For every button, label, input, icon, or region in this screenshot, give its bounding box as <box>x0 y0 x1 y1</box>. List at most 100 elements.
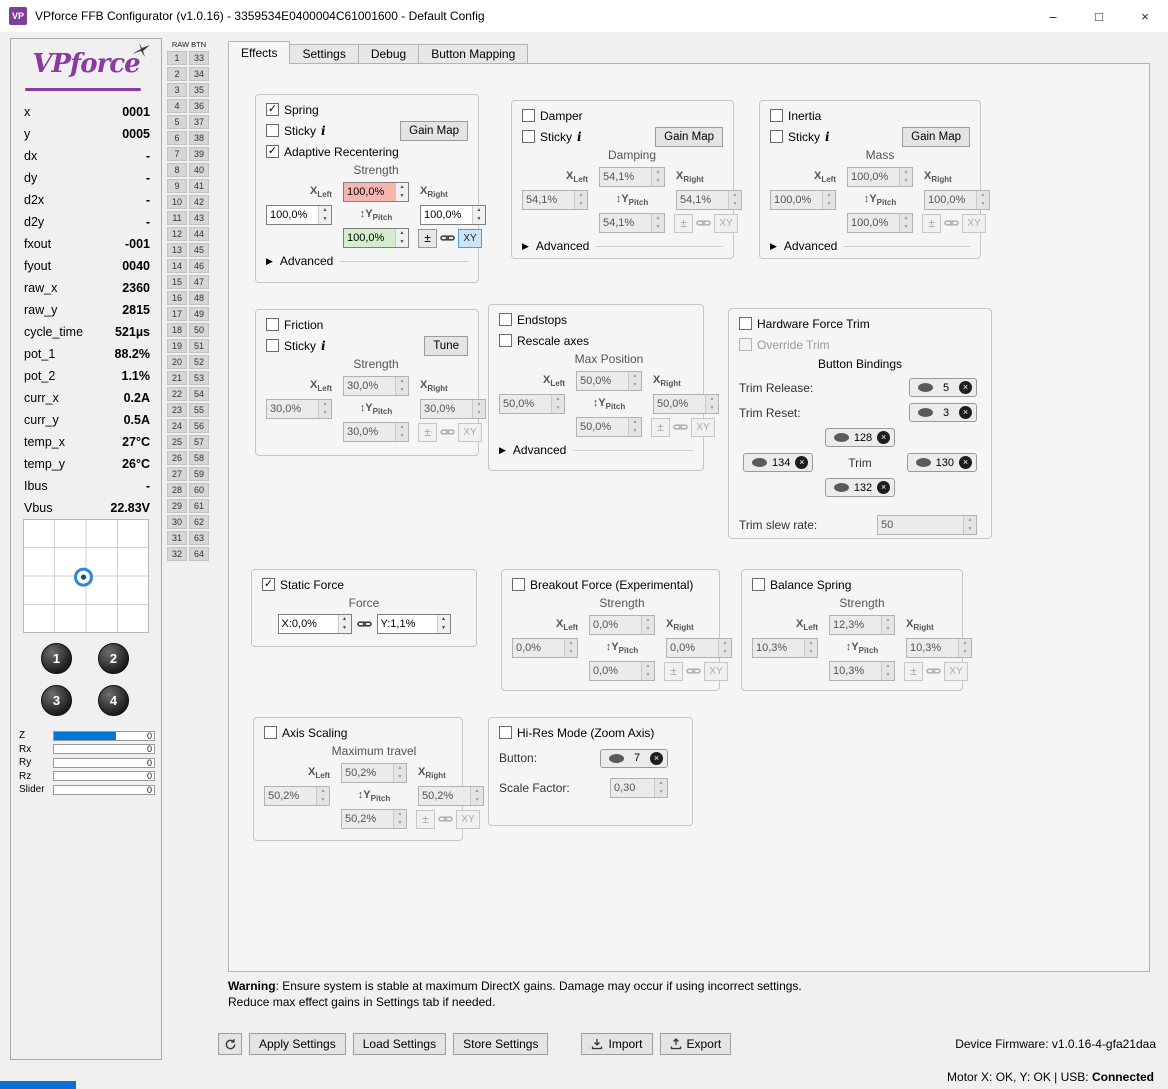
spin-down-arrow[interactable]: ▼ <box>719 648 731 657</box>
spin-up-arrow[interactable]: ▲ <box>977 191 989 200</box>
spin-up-arrow[interactable]: ▲ <box>652 214 664 223</box>
breakout-link-axes-button[interactable] <box>686 664 701 678</box>
sticky-checkbox[interactable] <box>266 339 279 352</box>
tune-button[interactable]: Tune <box>424 335 468 356</box>
trim-release-chip[interactable]: 5 × <box>909 378 977 397</box>
endstops-advanced-toggle[interactable]: ▶ Advanced <box>499 443 693 457</box>
spin-up-arrow[interactable]: ▲ <box>964 515 976 525</box>
axis_scaling-top-spinbox[interactable]: 50,2% ▲ ▼ <box>341 763 407 783</box>
spin-up-arrow[interactable]: ▲ <box>900 214 912 223</box>
spin-down-arrow[interactable]: ▼ <box>396 238 408 247</box>
axis_scaling-link-axes-button[interactable] <box>438 812 453 826</box>
spin-up-arrow[interactable]: ▲ <box>719 639 731 648</box>
gain-map-button[interactable]: Gain Map <box>400 120 468 141</box>
hi-res-mode-zoom-axis-checkbox[interactable] <box>499 726 512 739</box>
trim-reset-chip[interactable]: 3 × <box>909 403 977 422</box>
static-force-checkbox[interactable] <box>262 578 275 591</box>
spring-xy-button[interactable]: XY <box>458 228 482 248</box>
damper-link-axes-button[interactable] <box>696 216 711 230</box>
hardware-force-trim-checkbox[interactable] <box>739 317 752 330</box>
remove-binding-button[interactable]: × <box>958 456 972 469</box>
spin-down-arrow[interactable]: ▼ <box>396 386 408 395</box>
spring-advanced-toggle[interactable]: ▶ Advanced <box>266 254 468 268</box>
gain-map-button[interactable]: Gain Map <box>655 126 723 147</box>
balance-spring-checkbox[interactable] <box>752 578 765 591</box>
breakout-bottom-spinbox[interactable]: 0,0% ▲ ▼ <box>589 661 655 681</box>
balance-bottom-spinbox[interactable]: 10,3% ▲ ▼ <box>829 661 895 681</box>
spin-up-arrow[interactable]: ▲ <box>473 206 485 215</box>
spin-down-arrow[interactable]: ▼ <box>552 404 564 413</box>
spin-up-arrow[interactable]: ▲ <box>823 191 835 200</box>
spin-up-arrow[interactable]: ▲ <box>900 168 912 177</box>
rescale-axes-checkbox[interactable] <box>499 334 512 347</box>
hires-button-chip[interactable]: 7 × <box>600 748 668 768</box>
spin-down-arrow[interactable]: ▼ <box>396 432 408 441</box>
endstops-right-spinbox[interactable]: 50,0% ▲ ▼ <box>653 394 719 414</box>
breakout-plus-minus-button[interactable]: ± <box>664 661 683 681</box>
spin-up-arrow[interactable]: ▲ <box>396 377 408 386</box>
spin-up-arrow[interactable]: ▲ <box>642 616 654 625</box>
spin-up-arrow[interactable]: ▲ <box>396 229 408 238</box>
spin-up-arrow[interactable]: ▲ <box>629 418 641 427</box>
damper-top-spinbox[interactable]: 54,1% ▲ ▼ <box>599 167 665 187</box>
spin-down-arrow[interactable]: ▼ <box>977 200 989 209</box>
spin-up-arrow[interactable]: ▲ <box>394 810 406 819</box>
spin-down-arrow[interactable]: ▼ <box>652 177 664 186</box>
import-button[interactable]: Import <box>581 1033 653 1055</box>
spin-down-arrow[interactable]: ▼ <box>575 200 587 209</box>
spin-down-arrow[interactable]: ▼ <box>396 192 408 201</box>
balance-right-spinbox[interactable]: 10,3% ▲ ▼ <box>906 638 972 658</box>
maximize-button[interactable]: □ <box>1076 0 1122 32</box>
spin-up-arrow[interactable]: ▲ <box>642 662 654 671</box>
spin-down-arrow[interactable]: ▼ <box>565 648 577 657</box>
override-trim-checkbox[interactable] <box>739 338 752 351</box>
axis_scaling-right-spinbox[interactable]: 50,2% ▲ ▼ <box>418 786 484 806</box>
spin-down-arrow[interactable]: ▼ <box>437 624 450 633</box>
remove-binding-button[interactable]: × <box>795 456 809 469</box>
axis-scaling-checkbox[interactable] <box>264 726 277 739</box>
spin-down-arrow[interactable]: ▼ <box>319 215 331 224</box>
spin-down-arrow[interactable]: ▼ <box>882 671 894 680</box>
friction-right-spinbox[interactable]: 30,0% ▲ ▼ <box>420 399 486 419</box>
spring-plus-minus-button[interactable]: ± <box>418 228 437 248</box>
spin-up-arrow[interactable]: ▲ <box>882 662 894 671</box>
remove-binding-button[interactable]: × <box>959 406 972 419</box>
axis_scaling-plus-minus-button[interactable]: ± <box>416 809 435 829</box>
tab-effects[interactable]: Effects <box>228 41 291 64</box>
balance-left-spinbox[interactable]: 10,3% ▲ ▼ <box>752 638 818 658</box>
tab-debug[interactable]: Debug <box>357 44 420 64</box>
trim-down-chip[interactable]: 132 × <box>824 478 896 497</box>
spin-down-arrow[interactable]: ▼ <box>473 409 485 418</box>
damper-checkbox[interactable] <box>522 109 535 122</box>
close-button[interactable]: × <box>1122 0 1168 32</box>
remove-binding-button[interactable]: × <box>959 381 972 394</box>
force-link-axes-button[interactable] <box>356 617 372 631</box>
spin-down-arrow[interactable]: ▼ <box>805 648 817 657</box>
refresh-button[interactable] <box>218 1033 242 1055</box>
endstops-bottom-spinbox[interactable]: 50,0% ▲ ▼ <box>576 417 642 437</box>
spin-down-arrow[interactable]: ▼ <box>642 671 654 680</box>
apply-settings-button[interactable]: Apply Settings <box>249 1033 346 1055</box>
spin-up-arrow[interactable]: ▲ <box>396 423 408 432</box>
damper-plus-minus-button[interactable]: ± <box>674 213 693 233</box>
sticky-checkbox[interactable] <box>266 124 279 137</box>
spin-up-arrow[interactable]: ▲ <box>319 206 331 215</box>
remove-binding-button[interactable]: × <box>877 431 891 444</box>
spring-bottom-spinbox[interactable]: 100,0% ▲ ▼ <box>343 228 409 248</box>
inertia-bottom-spinbox[interactable]: 100,0% ▲ ▼ <box>847 213 913 233</box>
spin-up-arrow[interactable]: ▲ <box>652 168 664 177</box>
endstops-plus-minus-button[interactable]: ± <box>651 417 670 437</box>
spin-up-arrow[interactable]: ▲ <box>319 400 331 409</box>
spin-up-arrow[interactable]: ▲ <box>394 764 406 773</box>
damper-advanced-toggle[interactable]: ▶ Advanced <box>522 239 723 253</box>
inertia-plus-minus-button[interactable]: ± <box>922 213 941 233</box>
spin-up-arrow[interactable]: ▲ <box>805 639 817 648</box>
endstops-left-spinbox[interactable]: 50,0% ▲ ▼ <box>499 394 565 414</box>
friction-bottom-spinbox[interactable]: 30,0% ▲ ▼ <box>343 422 409 442</box>
endstops-link-axes-button[interactable] <box>673 420 688 434</box>
spin-down-arrow[interactable]: ▼ <box>473 215 485 224</box>
spin-down-arrow[interactable]: ▼ <box>823 200 835 209</box>
spin-down-arrow[interactable]: ▼ <box>319 409 331 418</box>
store-settings-button[interactable]: Store Settings <box>453 1033 549 1055</box>
adaptive-recentering-checkbox[interactable] <box>266 145 279 158</box>
